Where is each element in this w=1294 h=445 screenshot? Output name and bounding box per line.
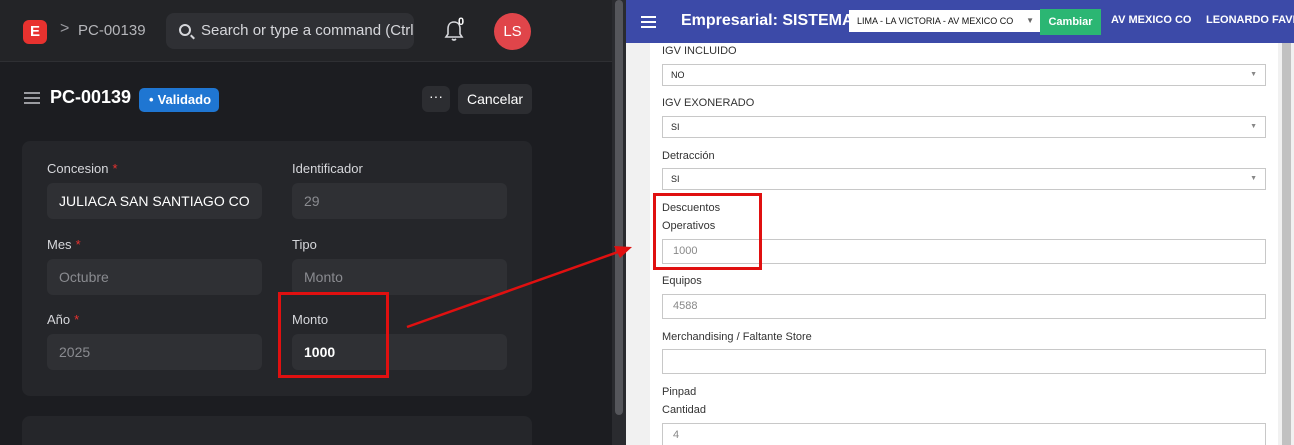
brand-title: Empresarial: SISTEMAS: [681, 12, 865, 29]
pinpad-label: Pinpad: [662, 386, 697, 398]
cambiar-button[interactable]: Cambiar: [1040, 9, 1101, 35]
search-icon: [179, 24, 191, 36]
left-scrollbar-thumb[interactable]: [615, 0, 623, 415]
identificador-field: 29: [292, 183, 507, 219]
anio-label: Año *: [47, 312, 80, 327]
notification-count: 0: [458, 16, 465, 28]
igv-exonerado-label: IGV EXONERADO: [662, 97, 755, 109]
cancel-button[interactable]: Cancelar: [458, 84, 532, 114]
monto-highlight-box: [278, 292, 389, 378]
breadcrumb-doc-link[interactable]: PC-00139: [78, 22, 146, 39]
merchandising-input[interactable]: [662, 349, 1266, 374]
form-card-secondary: [22, 416, 532, 445]
equipos-input[interactable]: 4588: [662, 294, 1266, 319]
menu-icon[interactable]: [641, 16, 656, 28]
mes-field[interactable]: Octubre: [47, 259, 262, 295]
avatar[interactable]: LS: [494, 13, 531, 50]
anio-field[interactable]: 2025: [47, 334, 262, 370]
top-navbar-blue: Empresarial: SISTEMAS LIMA - LA VICTORIA…: [626, 0, 1294, 43]
chevron-down-icon: ▼: [1250, 175, 1257, 182]
concesion-label: Concesion *: [47, 161, 118, 176]
menu-icon[interactable]: [24, 92, 40, 105]
app-logo[interactable]: E: [23, 20, 47, 44]
more-options-button[interactable]: ···: [422, 86, 450, 112]
left-scrollbar[interactable]: [612, 0, 626, 445]
tipo-field[interactable]: Monto: [292, 259, 507, 295]
cantidad-label: Cantidad: [662, 404, 707, 416]
identificador-label: Identificador: [292, 161, 363, 176]
right-scrollbar-thumb[interactable]: [1282, 43, 1291, 445]
igv-incluido-label: IGV INCLUIDO: [662, 45, 737, 57]
equipos-label: Equipos: [662, 275, 702, 287]
top-navbar: E > PC-00139 Search or type a command (C…: [0, 0, 626, 62]
mes-label: Mes *: [47, 237, 81, 252]
merchandising-label: Merchandising / Faltante Store: [662, 331, 812, 343]
location-link[interactable]: AV MEXICO CO: [1111, 14, 1191, 26]
chevron-down-icon: ▼: [1250, 123, 1257, 130]
status-badge: Validado: [139, 88, 219, 112]
left-app-pane: E > PC-00139 Search or type a command (C…: [0, 0, 626, 445]
operativos-highlight-box: [653, 193, 762, 270]
igv-incluido-select[interactable]: NO ▼: [662, 64, 1266, 86]
igv-exonerado-select[interactable]: SI ▼: [662, 116, 1266, 138]
search-input[interactable]: Search or type a command (Ctrl: [166, 13, 414, 49]
right-scrollbar[interactable]: [1279, 43, 1294, 445]
concesion-field[interactable]: JULIACA SAN SANTIAGO CO: [47, 183, 262, 219]
chevron-down-icon: ▼: [1250, 71, 1257, 78]
sede-select[interactable]: LIMA - LA VICTORIA - AV MEXICO CO ▼: [849, 10, 1040, 32]
page-title: PC-00139: [50, 87, 132, 107]
user-menu[interactable]: LEONARDO FAVIO: [1206, 14, 1294, 26]
chevron-down-icon: ▼: [1026, 16, 1034, 25]
detraccion-label: Detracción: [662, 150, 715, 162]
tipo-label: Tipo: [292, 237, 317, 252]
breadcrumb-separator: >: [60, 20, 70, 37]
right-app-pane: Empresarial: SISTEMAS LIMA - LA VICTORIA…: [626, 0, 1294, 445]
cantidad-input[interactable]: 4: [662, 423, 1266, 445]
detraccion-select[interactable]: SI ▼: [662, 168, 1266, 190]
